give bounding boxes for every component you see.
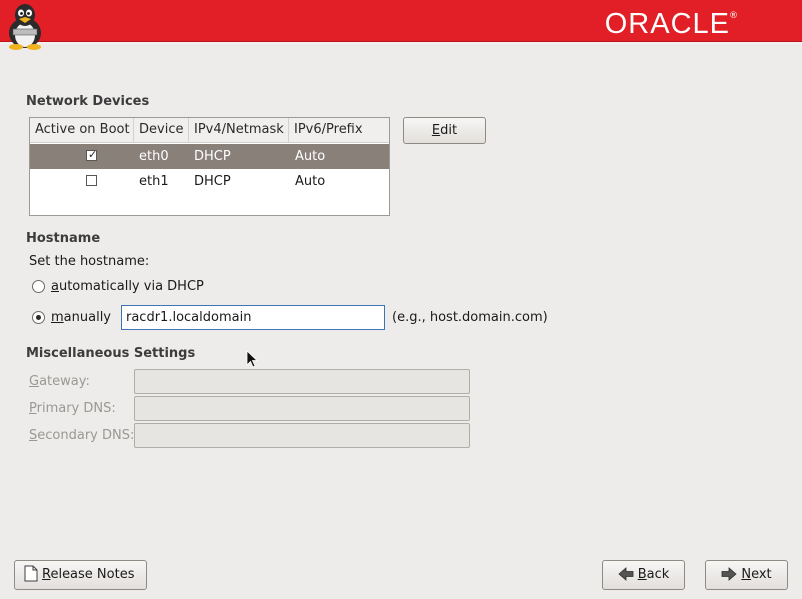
edit-label: dit	[440, 123, 458, 138]
network-devices-table[interactable]: Active on Boot Device IPv4/Netmask IPv6/…	[29, 117, 390, 216]
hostname-hint: (e.g., host.domain.com)	[392, 310, 548, 325]
ipv6-cell: Auto	[295, 149, 326, 164]
arrow-right-icon	[721, 567, 737, 581]
ipv4-cell: DHCP	[194, 149, 231, 164]
checkmark-icon: ✓	[88, 148, 98, 161]
gateway-mnemonic: G	[29, 374, 40, 389]
tux-penguin-icon	[4, 2, 46, 50]
dhcp-radio-label[interactable]: automatically via DHCP	[51, 279, 204, 294]
gateway-field[interactable]	[134, 369, 470, 394]
secondary-dns-label-text: econdary DNS:	[37, 428, 135, 443]
table-row[interactable]: ✓ eth0 DHCP Auto	[30, 144, 389, 169]
next-label: ext	[751, 567, 772, 582]
dhcp-label-text: utomatically via DHCP	[58, 279, 204, 294]
back-button[interactable]: Back	[602, 560, 685, 590]
ipv6-cell: Auto	[295, 174, 326, 189]
column-ipv4[interactable]: IPv4/Netmask	[189, 118, 289, 143]
secondary-dns-label: Secondary DNS:	[29, 428, 134, 443]
hostname-input[interactable]	[121, 305, 385, 330]
manual-mnemonic: m	[51, 310, 64, 325]
gateway-label: Gateway:	[29, 374, 90, 389]
device-cell: eth1	[139, 174, 169, 189]
primary-dns-mnemonic: P	[29, 401, 37, 416]
primary-dns-field[interactable]	[134, 396, 470, 421]
primary-dns-label: Primary DNS:	[29, 401, 116, 416]
misc-settings-title: Miscellaneous Settings	[26, 346, 196, 361]
active-on-boot-checkbox[interactable]: ✓	[86, 148, 98, 161]
arrow-left-icon	[618, 567, 634, 581]
next-button[interactable]: Next	[705, 560, 788, 590]
hostname-prompt: Set the hostname:	[29, 254, 150, 269]
active-on-boot-checkbox[interactable]	[86, 175, 97, 186]
column-device[interactable]: Device	[134, 118, 189, 143]
radio-selected-dot	[36, 315, 41, 320]
hostname-title: Hostname	[26, 231, 101, 246]
device-cell: eth0	[139, 149, 169, 164]
manual-radio-label[interactable]: manually	[51, 310, 111, 325]
release-notes-button[interactable]: Release Notes	[14, 560, 147, 590]
column-ipv6[interactable]: IPv6/Prefix	[289, 118, 389, 143]
manual-label-text: anually	[63, 310, 111, 325]
mouse-pointer-icon	[246, 350, 259, 368]
column-active-on-boot[interactable]: Active on Boot	[30, 118, 134, 143]
document-icon	[24, 565, 38, 582]
dhcp-mnemonic: a	[51, 279, 59, 294]
next-mnemonic: N	[741, 567, 752, 582]
table-row[interactable]: eth1 DHCP Auto	[30, 169, 389, 194]
release-notes-label: elease Notes	[50, 567, 135, 582]
network-devices-title: Network Devices	[26, 94, 150, 109]
edit-mnemonic: E	[431, 123, 441, 138]
back-label: ack	[646, 567, 670, 582]
header-divider	[0, 42, 802, 44]
dhcp-radio[interactable]	[32, 280, 45, 293]
registered-mark: ®	[729, 11, 738, 21]
manual-radio[interactable]	[32, 311, 45, 324]
secondary-dns-field[interactable]	[134, 423, 470, 448]
back-mnemonic: B	[637, 567, 647, 582]
ipv4-cell: DHCP	[194, 174, 231, 189]
primary-dns-label-text: rimary DNS:	[36, 401, 116, 416]
table-header: Active on Boot Device IPv4/Netmask IPv6/…	[30, 118, 389, 143]
oracle-logo: ORACLE	[604, 8, 730, 40]
gateway-label-text: ateway:	[39, 374, 90, 389]
edit-button[interactable]: Edit	[403, 117, 486, 144]
